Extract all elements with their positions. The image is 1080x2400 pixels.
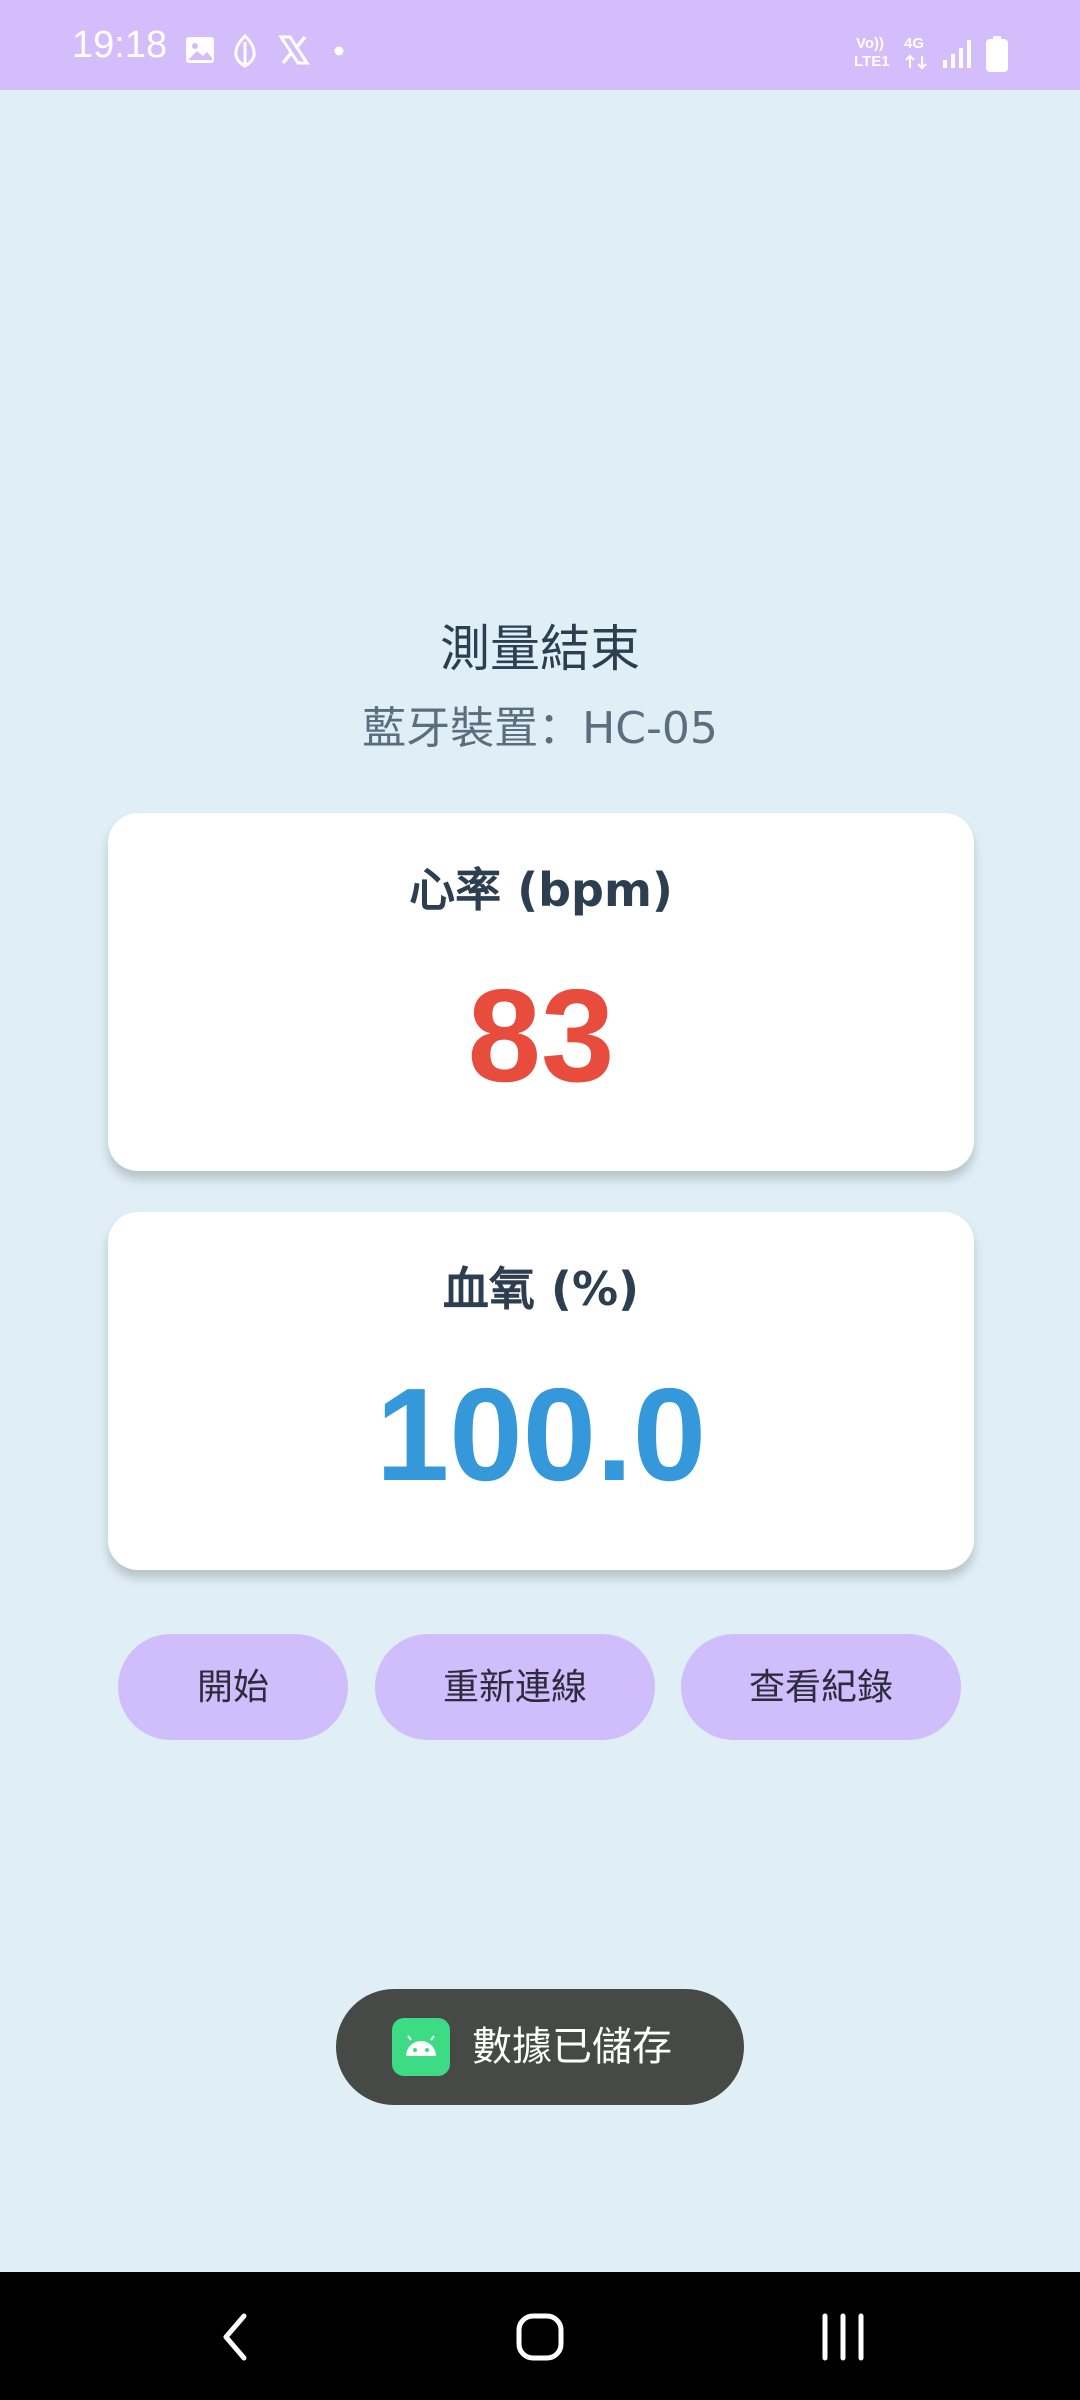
reconnect-button[interactable]: 重新連線 xyxy=(375,1634,655,1740)
toast-message: 數據已儲存 xyxy=(472,2024,672,2070)
navigation-bar xyxy=(0,2272,1080,2400)
lte-label: LTE1 xyxy=(854,53,890,70)
recents-icon[interactable] xyxy=(798,2302,888,2372)
app-leaf-icon xyxy=(234,34,256,68)
data-arrows-icon xyxy=(905,54,927,70)
x-logo-icon xyxy=(278,35,310,65)
android-app-icon xyxy=(392,2018,450,2076)
spo2-value: 100.0 xyxy=(375,1361,707,1508)
spo2-card: 血氧 (%) 100.0 xyxy=(108,1212,974,1570)
gallery-icon xyxy=(186,37,214,63)
dot-icon xyxy=(334,46,344,56)
bluetooth-device-label: 藍牙裝置：HC-05 xyxy=(362,703,718,754)
spo2-label: 血氧 (%) xyxy=(442,1262,640,1316)
heart-rate-label: 心率 (bpm) xyxy=(409,863,673,917)
volte-label: Vo)) xyxy=(856,35,885,52)
toast-notification: 數據已儲存 xyxy=(336,1989,744,2105)
start-button[interactable]: 開始 xyxy=(118,1634,348,1740)
heart-rate-card: 心率 (bpm) 83 xyxy=(108,813,974,1171)
heart-rate-value: 83 xyxy=(467,962,615,1109)
back-icon[interactable] xyxy=(192,2302,282,2372)
signal-icon xyxy=(943,40,971,68)
measurement-status-title: 測量結束 xyxy=(440,620,640,678)
status-time: 19:18 xyxy=(72,24,168,66)
view-records-button[interactable]: 查看紀錄 xyxy=(681,1634,961,1740)
home-icon[interactable] xyxy=(495,2302,585,2372)
battery-icon xyxy=(986,36,1008,72)
status-bar: 19:18 Vo)) LTE1 4G xyxy=(0,0,1080,90)
network-type-label: 4G xyxy=(904,35,925,52)
